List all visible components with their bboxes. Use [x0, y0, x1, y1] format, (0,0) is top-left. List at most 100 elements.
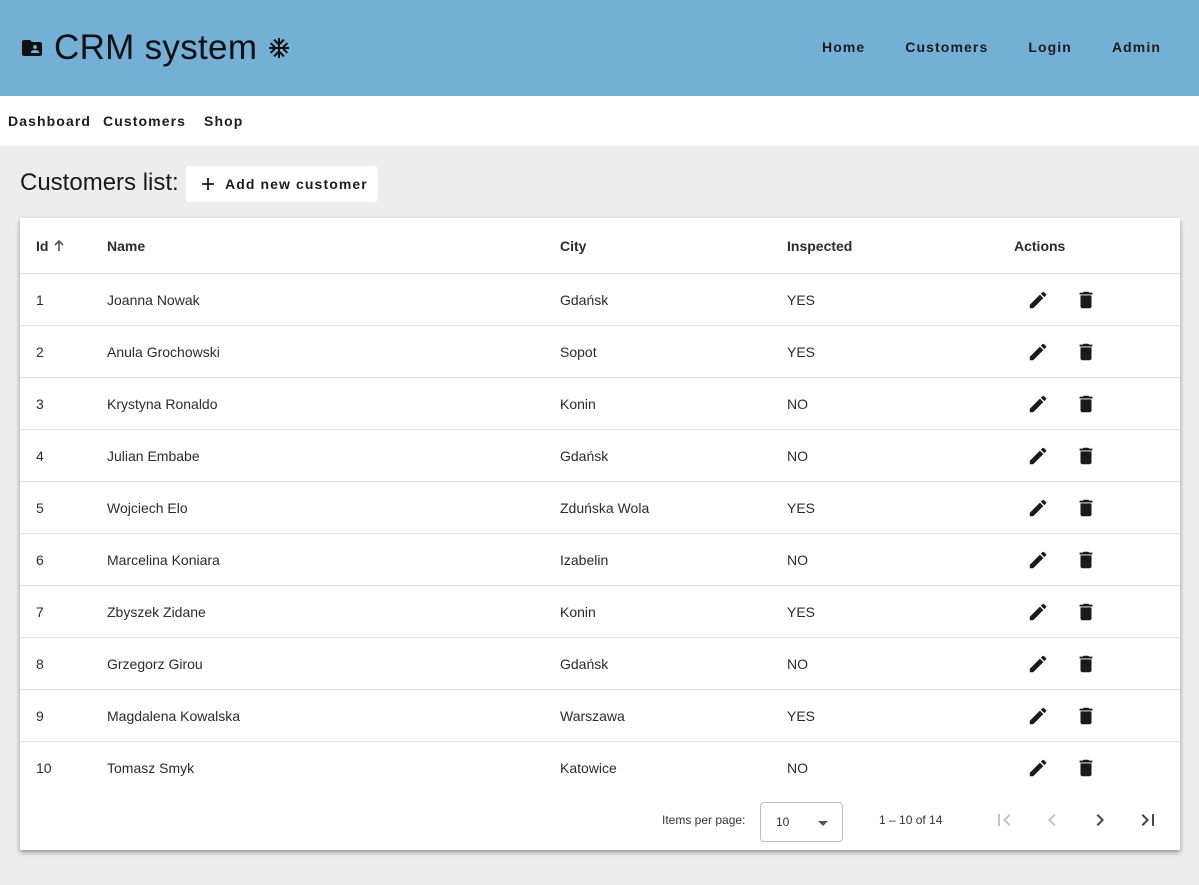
- add-customer-button[interactable]: Add new customer: [186, 166, 378, 202]
- edit-button[interactable]: [1025, 443, 1051, 469]
- delete-icon: [1075, 757, 1097, 779]
- edit-icon: [1027, 757, 1049, 779]
- table-header-row: Id Name City Inspected Actions: [20, 218, 1180, 274]
- edit-icon: [1027, 549, 1049, 571]
- delete-button[interactable]: [1073, 339, 1099, 365]
- edit-icon: [1027, 341, 1049, 363]
- edit-button[interactable]: [1025, 651, 1051, 677]
- delete-button[interactable]: [1073, 703, 1099, 729]
- subnav-customers-link[interactable]: Customers: [103, 96, 186, 146]
- cell-city: Sopot: [560, 344, 597, 360]
- edit-button[interactable]: [1025, 703, 1051, 729]
- nav-admin-button[interactable]: Admin: [1092, 26, 1181, 68]
- previous-page-button[interactable]: [1038, 806, 1066, 834]
- edit-icon: [1027, 705, 1049, 727]
- edit-icon: [1027, 653, 1049, 675]
- delete-icon: [1075, 393, 1097, 415]
- edit-button[interactable]: [1025, 495, 1051, 521]
- page-size-select[interactable]: 10: [760, 802, 843, 842]
- table-row: 7 Zbyszek Zidane Konin YES: [20, 586, 1180, 638]
- table-row: 1 Joanna Nowak Gdańsk YES: [20, 274, 1180, 326]
- cell-id: 2: [36, 344, 44, 360]
- table-row: 10 Tomasz Smyk Katowice NO: [20, 742, 1180, 794]
- add-customer-label: Add new customer: [225, 176, 368, 192]
- last-page-icon: [1141, 814, 1154, 826]
- cell-inspected: YES: [787, 344, 816, 360]
- first-page-button[interactable]: [990, 806, 1018, 834]
- cell-name: Anula Grochowski: [107, 344, 220, 360]
- column-header-actions: Actions: [1014, 238, 1066, 254]
- cell-city: Zduńska Wola: [560, 500, 650, 516]
- column-header-city[interactable]: City: [560, 218, 586, 274]
- delete-button[interactable]: [1073, 391, 1099, 417]
- delete-icon: [1075, 289, 1097, 311]
- nav-home-button[interactable]: Home: [802, 26, 885, 68]
- delete-button[interactable]: [1073, 755, 1099, 781]
- column-header-inspected[interactable]: Inspected: [787, 218, 852, 274]
- cell-city: Katowice: [560, 760, 617, 776]
- table-row: 4 Julian Embabe Gdańsk NO: [20, 430, 1180, 482]
- cell-id: 4: [36, 448, 44, 464]
- subnav-dashboard-link[interactable]: Dashboard: [8, 96, 91, 146]
- edit-button[interactable]: [1025, 599, 1051, 625]
- cell-city: Gdańsk: [560, 448, 609, 464]
- cell-id: 7: [36, 604, 44, 620]
- delete-button[interactable]: [1073, 599, 1099, 625]
- cell-inspected: YES: [787, 708, 816, 724]
- edit-button[interactable]: [1025, 391, 1051, 417]
- edit-icon: [1027, 601, 1049, 623]
- edit-button[interactable]: [1025, 287, 1051, 313]
- table-row: 5 Wojciech Elo Zduńska Wola YES: [20, 482, 1180, 534]
- edit-button[interactable]: [1025, 547, 1051, 573]
- table-row: 9 Magdalena Kowalska Warszawa YES: [20, 690, 1180, 742]
- last-page-button[interactable]: [1134, 806, 1162, 834]
- cell-name: Krystyna Ronaldo: [107, 396, 218, 412]
- cell-name: Wojciech Elo: [107, 500, 188, 516]
- edit-icon: [1027, 445, 1049, 467]
- subnav-shop-link[interactable]: Shop: [204, 96, 243, 146]
- dropdown-caret-icon: [818, 821, 828, 826]
- delete-button[interactable]: [1073, 651, 1099, 677]
- delete-button[interactable]: [1073, 443, 1099, 469]
- delete-button[interactable]: [1073, 547, 1099, 573]
- nav-login-button[interactable]: Login: [1008, 26, 1092, 68]
- previous-page-icon: [1048, 814, 1056, 826]
- cell-id: 10: [36, 760, 52, 776]
- delete-button[interactable]: [1073, 495, 1099, 521]
- next-page-button[interactable]: [1086, 806, 1114, 834]
- cell-id: 5: [36, 500, 44, 516]
- edit-button[interactable]: [1025, 339, 1051, 365]
- cell-city: Izabelin: [560, 552, 609, 568]
- delete-icon: [1075, 549, 1097, 571]
- delete-icon: [1075, 705, 1097, 727]
- items-per-page-label: Items per page:: [662, 813, 746, 827]
- cell-name: Tomasz Smyk: [107, 760, 195, 776]
- nav-customers-button[interactable]: Customers: [885, 26, 1008, 68]
- cell-inspected: NO: [787, 396, 808, 412]
- top-toolbar: CRM system Home Customers Login Admin: [0, 0, 1199, 96]
- cell-name: Joanna Nowak: [107, 292, 200, 308]
- delete-icon: [1075, 497, 1097, 519]
- delete-icon: [1075, 601, 1097, 623]
- page-range-label: 1 – 10 of 14: [879, 813, 943, 827]
- paginator: Items per page: 10 1 – 10 of 14: [20, 790, 1180, 850]
- table-row: 6 Marcelina Koniara Izabelin NO: [20, 534, 1180, 586]
- cell-inspected: NO: [787, 552, 808, 568]
- column-header-name[interactable]: Name: [107, 218, 145, 274]
- delete-button[interactable]: [1073, 287, 1099, 313]
- page-title: Customers list:: [20, 169, 179, 196]
- edit-button[interactable]: [1025, 755, 1051, 781]
- delete-icon: [1075, 653, 1097, 675]
- cell-id: 3: [36, 396, 44, 412]
- cell-name: Zbyszek Zidane: [107, 604, 206, 620]
- cell-inspected: YES: [787, 604, 816, 620]
- contact-folder-icon: [20, 36, 44, 60]
- header-id-sort[interactable]: Id: [36, 218, 66, 274]
- cell-name: Magdalena Kowalska: [107, 708, 241, 724]
- cell-city: Warszawa: [560, 708, 625, 724]
- cell-inspected: YES: [787, 500, 816, 516]
- cell-id: 8: [36, 656, 44, 672]
- cell-inspected: NO: [787, 656, 808, 672]
- cell-name: Grzegorz Girou: [107, 656, 203, 672]
- customers-table-card: Id Name City Inspected Actions 1 Joanna N…: [20, 218, 1180, 850]
